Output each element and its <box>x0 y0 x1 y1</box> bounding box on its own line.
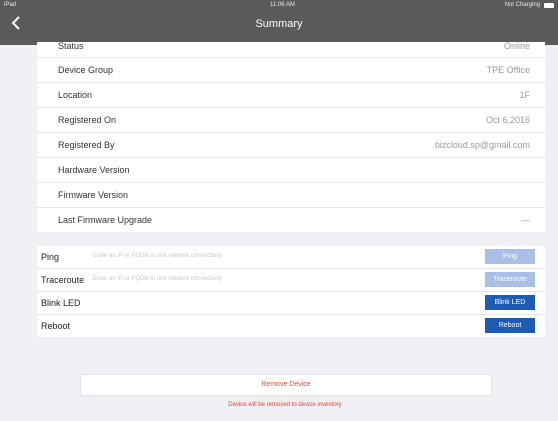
info-label: Location <box>58 90 93 100</box>
info-row-location: Location 1F <box>37 83 545 108</box>
info-value: Online <box>503 42 530 51</box>
info-row-last-firmware-upgrade: Last Firmware Upgrade — <box>37 208 545 232</box>
info-label: Firmware Version <box>58 190 129 200</box>
info-value: TPE Office <box>486 65 530 75</box>
info-label: Registered By <box>58 140 115 150</box>
info-value: — <box>521 215 530 225</box>
blink-led-label: Blink LED <box>41 298 81 308</box>
reboot-label: Reboot <box>41 321 71 331</box>
info-row-device-group: Device Group TPE Office <box>37 58 545 83</box>
blink-led-button[interactable]: Blink LED <box>485 295 535 310</box>
traceroute-row: Traceroute Enter an IP or FQDN to test n… <box>37 269 545 292</box>
info-label: Last Firmware Upgrade <box>58 215 153 225</box>
navigation-bar: Summary <box>0 11 558 45</box>
ping-label: Ping <box>41 252 60 262</box>
traceroute-input[interactable]: Enter an IP or FQDN to test network conn… <box>93 276 222 282</box>
status-bar: iPad 11:06 AM Not Charging <box>0 0 558 11</box>
tools-card: Ping Enter an IP or FQDN to test network… <box>37 246 545 337</box>
info-value: bizcloud.sp@gmail.com <box>434 140 530 150</box>
info-row-firmware-version: Firmware Version <box>37 183 545 208</box>
battery-icon <box>544 3 554 8</box>
remove-device-button[interactable]: Remove Device <box>80 374 492 396</box>
ping-row: Ping Enter an IP or FQDN to test network… <box>37 246 545 269</box>
ping-button[interactable]: Ping <box>485 249 535 264</box>
clock-label: 11:06 AM <box>270 2 295 8</box>
info-label: Device Group <box>58 65 114 75</box>
page-title: Summary <box>255 18 303 30</box>
info-label: Hardware Version <box>58 165 130 175</box>
info-row-registered-by: Registered By bizcloud.sp@gmail.com <box>37 133 545 158</box>
info-value: 1F <box>519 90 530 100</box>
reboot-row: Reboot Reboot <box>37 315 545 337</box>
traceroute-button[interactable]: Traceroute <box>485 272 535 287</box>
reboot-button[interactable]: Reboot <box>485 318 535 333</box>
ping-input[interactable]: Enter an IP or FQDN to test network conn… <box>93 253 222 259</box>
info-row-status: Status Online <box>37 42 545 58</box>
charging-label: Not Charging <box>504 2 540 8</box>
carrier-label: iPad <box>4 2 17 8</box>
blink-led-row: Blink LED Blink LED <box>37 292 545 315</box>
info-row-hardware-version: Hardware Version <box>37 158 545 183</box>
traceroute-label: Traceroute <box>41 275 85 285</box>
info-label: Status <box>58 42 84 51</box>
remove-device-note: Device will be removed to device invento… <box>228 402 342 408</box>
device-info-card: Status Online Device Group TPE Office Lo… <box>37 42 545 232</box>
info-row-registered-on: Registered On Oct 6,2016 <box>37 108 545 133</box>
info-label: Registered On <box>58 115 117 125</box>
info-value: Oct 6,2016 <box>485 115 530 125</box>
